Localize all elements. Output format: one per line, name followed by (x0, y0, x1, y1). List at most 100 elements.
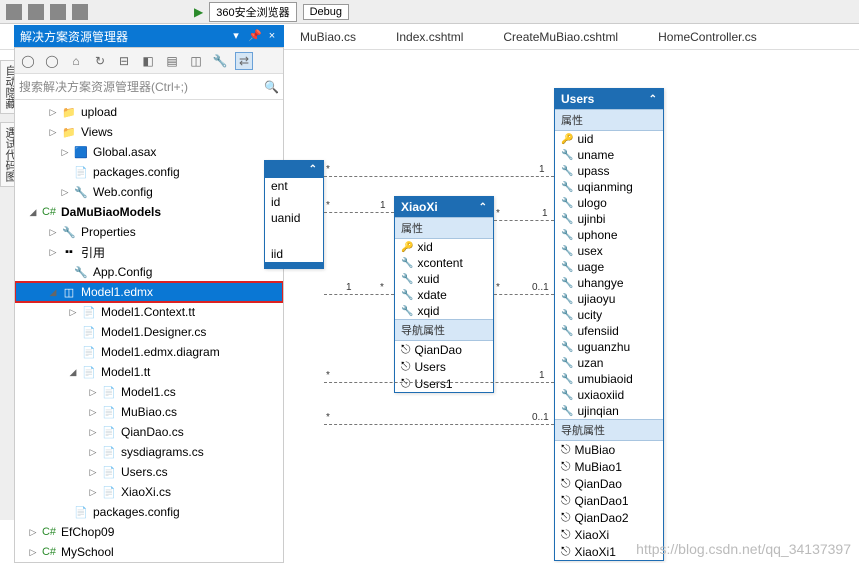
entity-prop[interactable]: 🔧uqianming (555, 179, 663, 195)
entity-prop[interactable]: 🔧uphone (555, 227, 663, 243)
entity-prop[interactable]: 🔧uname (555, 147, 663, 163)
config-icon: 🔧 (73, 185, 89, 199)
tree-item[interactable]: 📄packages.config (15, 502, 283, 522)
entity-prop[interactable]: 🔧usex (555, 243, 663, 259)
entity-prop[interactable]: 🔧ujinbi (555, 211, 663, 227)
chevron-up-icon[interactable]: ⌃ (309, 164, 317, 175)
entity-prop[interactable]: iid (265, 246, 323, 262)
entity-nav[interactable]: ⎋QianDao2 (555, 509, 663, 526)
entity-prop[interactable]: 🔧xdate (395, 287, 493, 303)
tree-item[interactable]: 📄Model1.edmx.diagram (15, 342, 283, 362)
tree-project[interactable]: ◢C#DaMuBiaoModels (15, 202, 283, 222)
entity-nav[interactable]: ⎋XiaoXi1 (555, 543, 663, 560)
entity-nav[interactable]: ⎋QianDao1 (555, 492, 663, 509)
sync-icon[interactable]: ⇄ (235, 52, 253, 70)
entity-nav[interactable]: ⎋XiaoXi (555, 526, 663, 543)
entity-nav[interactable]: ⎋Users1 (395, 375, 493, 392)
tb-icon[interactable] (72, 4, 88, 20)
entity-prop[interactable]: id (265, 194, 323, 210)
entity-nav[interactable]: ⎋QianDao (555, 475, 663, 492)
top-toolbar: ▶ 360安全浏览器 Debug (0, 0, 859, 24)
entity-prop[interactable]: 🔧upass (555, 163, 663, 179)
tb-icon[interactable] (50, 4, 66, 20)
back-icon[interactable]: ◯ (19, 52, 37, 70)
tree-item[interactable]: ▷▪▪引用 (15, 242, 283, 262)
entity-prop[interactable]: 🔑xid (395, 239, 493, 255)
tree-item[interactable]: ▷📄XiaoXi.cs (15, 482, 283, 502)
entity-prop[interactable]: 🔑uid (555, 131, 663, 147)
tab-createmubiao[interactable]: CreateMuBiao.cshtml (503, 30, 618, 44)
entity-prop[interactable]: 🔧xqid (395, 303, 493, 319)
tree-item[interactable]: ◢📄Model1.tt (15, 362, 283, 382)
play-icon[interactable]: ▶ (194, 5, 203, 19)
tree-item[interactable]: ▷📁Views (15, 122, 283, 142)
pin-icon[interactable]: 📌 (248, 30, 260, 42)
entity-prop[interactable]: 🔧xcontent (395, 255, 493, 271)
tool-icon[interactable]: ◧ (139, 52, 157, 70)
tree-item[interactable]: ▷📄QianDao.cs (15, 422, 283, 442)
entity-prop[interactable]: 🔧ulogo (555, 195, 663, 211)
entity-nav[interactable]: ⎋QianDao (395, 341, 493, 358)
refresh-icon[interactable]: ↻ (91, 52, 109, 70)
tree-item[interactable]: 📄Model1.Designer.cs (15, 322, 283, 342)
entity-prop[interactable]: 🔧uguanzhu (555, 339, 663, 355)
fwd-icon[interactable]: ◯ (43, 52, 61, 70)
tab-homecontroller[interactable]: HomeController.cs (658, 30, 757, 44)
tool-icon[interactable]: ▤ (163, 52, 181, 70)
entity-prop[interactable]: 🔧uhangye (555, 275, 663, 291)
dock-panel: 自动隐藏 遇试代码图 (0, 60, 14, 520)
tree-item[interactable]: 🔧App.Config (15, 262, 283, 282)
tool-icon[interactable]: ◫ (187, 52, 205, 70)
tree-item[interactable]: ▷🔧Web.config (15, 182, 283, 202)
tree-item[interactable]: ▷🟦Global.asax (15, 142, 283, 162)
tree-item[interactable]: ▷📄Model1.cs (15, 382, 283, 402)
tree-item[interactable]: ▷📁upload (15, 102, 283, 122)
browser-dropdown[interactable]: 360安全浏览器 (209, 2, 296, 22)
tree-item[interactable]: ▷🔧Properties (15, 222, 283, 242)
entity-nav[interactable]: ⎋MuBiao1 (555, 458, 663, 475)
tree-project[interactable]: ▷C#EfChop09 (15, 522, 283, 542)
entity-users[interactable]: Users⌃ 属性 🔑uid 🔧uname 🔧upass 🔧uqianming … (554, 88, 664, 561)
entity-prop[interactable]: 🔧ujiaoyu (555, 291, 663, 307)
search-input[interactable]: 搜索解决方案资源管理器(Ctrl+;) 🔍 (15, 74, 283, 100)
entity-prop[interactable]: 🔧umubiaoid (555, 371, 663, 387)
tree-item[interactable]: 📄packages.config (15, 162, 283, 182)
entity-prop[interactable]: 🔧ufensiid (555, 323, 663, 339)
entity-prop[interactable]: 🔧ujinqian (555, 403, 663, 419)
panel-dropdown-icon[interactable]: ▾ (230, 30, 242, 42)
multiplicity: 1 (380, 200, 386, 211)
tab-index[interactable]: Index.cshtml (396, 30, 463, 44)
multiplicity: * (496, 282, 500, 293)
entity-nav[interactable]: ⎋Users (395, 358, 493, 375)
entity-nav[interactable]: ⎋MuBiao (555, 441, 663, 458)
entity-xiaoxi[interactable]: XiaoXi⌃ 属性 🔑xid 🔧xcontent 🔧xuid 🔧xdate 🔧… (394, 196, 494, 393)
chevron-up-icon[interactable]: ⌃ (479, 202, 487, 213)
tree-item[interactable]: ▷📄MuBiao.cs (15, 402, 283, 422)
tb-icon[interactable] (6, 4, 22, 20)
edmx-designer[interactable]: ⌃ ent id uanid iid XiaoXi⌃ 属性 🔑xid 🔧xcon… (284, 50, 859, 563)
entity-partial[interactable]: ⌃ ent id uanid iid (264, 160, 324, 269)
csproj-icon: C# (41, 205, 57, 219)
tab-mubiao[interactable]: MuBiao.cs (300, 30, 356, 44)
collapse-icon[interactable]: ⊟ (115, 52, 133, 70)
tree-project[interactable]: ▷C#MySchool (15, 542, 283, 562)
chevron-up-icon[interactable]: ⌃ (649, 94, 657, 105)
close-icon[interactable]: × (266, 30, 278, 42)
entity-prop[interactable]: 🔧uage (555, 259, 663, 275)
tree-item[interactable]: ▷📄Model1.Context.tt (15, 302, 283, 322)
entity-prop[interactable]: 🔧xuid (395, 271, 493, 287)
entity-prop[interactable]: uanid (265, 210, 323, 226)
tree-item[interactable]: ▷📄sysdiagrams.cs (15, 442, 283, 462)
tb-icon[interactable] (28, 4, 44, 20)
wrench-icon[interactable]: 🔧 (211, 52, 229, 70)
entity-prop[interactable]: 🔧uxiaoxiid (555, 387, 663, 403)
relation-line (324, 382, 554, 383)
home-icon[interactable]: ⌂ (67, 52, 85, 70)
tree-item-edmx[interactable]: ◢◫Model1.edmx (15, 282, 283, 302)
entity-prop[interactable]: ent (265, 178, 323, 194)
entity-prop[interactable]: 🔧uzan (555, 355, 663, 371)
config-dropdown[interactable]: Debug (303, 4, 349, 20)
entity-prop[interactable]: 🔧ucity (555, 307, 663, 323)
multiplicity: * (326, 370, 330, 381)
tree-item[interactable]: ▷📄Users.cs (15, 462, 283, 482)
